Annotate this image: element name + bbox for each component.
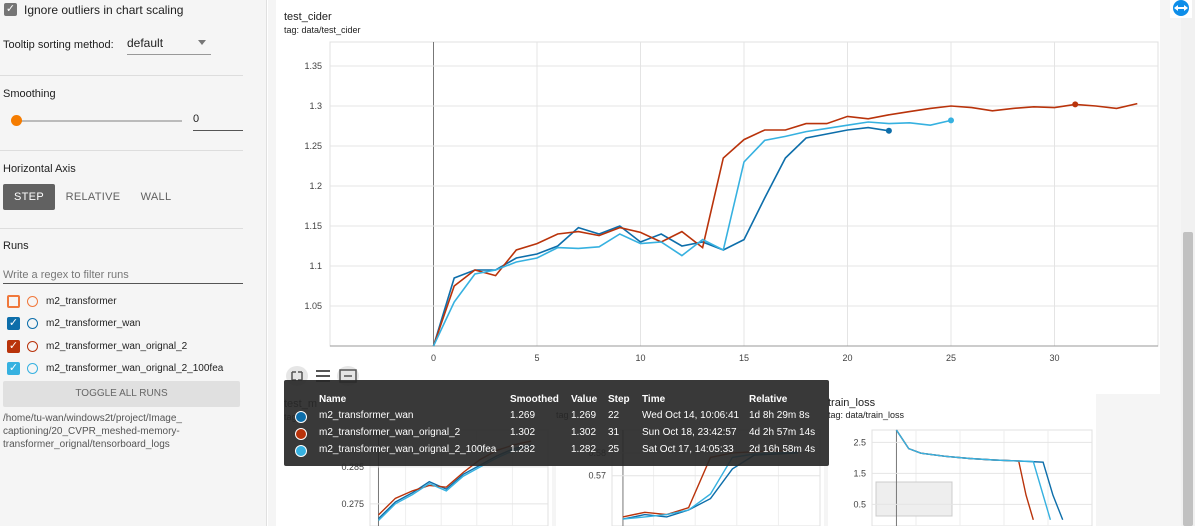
tooltip-step: 25: [608, 444, 620, 455]
tooltip-header-time: Time: [642, 394, 666, 405]
teamviewer-glyph: [1173, 0, 1189, 16]
y-tick-label: 0.5: [853, 499, 866, 509]
chart-tooltip: Name Smoothed Value Step Time Relative m…: [284, 380, 829, 466]
tooltip-step: 22: [608, 410, 620, 421]
tooltip-time: Sun Oct 18, 23:42:57: [642, 427, 737, 438]
y-tick-label: 0.275: [341, 499, 364, 509]
tooltip-run-name: m2_transformer_wan_orignal_2_100fea: [319, 444, 497, 455]
tooltip-relative: 1d 8h 29m 8s: [749, 410, 810, 421]
tooltip-value: 1.269: [571, 410, 597, 421]
tooltip-header-relative: Relative: [749, 394, 788, 405]
tooltip-run-color-dot: [295, 445, 307, 457]
tooltip-header-value: Value: [571, 394, 598, 405]
tooltip-header-name: Name: [319, 394, 347, 405]
tooltip-run-color-dot: [295, 428, 307, 440]
y-tick-label: 2.5: [853, 437, 866, 447]
tooltip-relative: 2d 16h 58m 4s: [749, 444, 816, 455]
scrollbar-thumb[interactable]: [1183, 232, 1193, 526]
tooltip-smoothed: 1.269: [510, 410, 536, 421]
teamviewer-icon[interactable]: [1170, 0, 1192, 18]
tooltip-run-name: m2_transformer_wan_orignal_2: [319, 427, 461, 438]
tooltip-value: 1.302: [571, 427, 597, 438]
tooltip-time: Wed Oct 14, 10:06:41: [642, 410, 740, 421]
tooltip-header-smoothed: Smoothed: [510, 394, 559, 405]
tooltip-run-color-dot: [295, 411, 307, 423]
tooltip-header-step: Step: [608, 394, 630, 405]
tooltip-run-name: m2_transformer_wan: [319, 410, 414, 421]
selection-box: [875, 481, 953, 517]
y-tick-label: 0.57: [588, 471, 606, 481]
tooltip-relative: 4d 2h 57m 14s: [749, 427, 816, 438]
tooltip-time: Sat Oct 17, 14:05:33: [642, 444, 734, 455]
tooltip-smoothed: 1.302: [510, 427, 536, 438]
tooltip-value: 1.282: [571, 444, 597, 455]
tooltip-smoothed: 1.282: [510, 444, 536, 455]
tooltip-step: 31: [608, 427, 620, 438]
y-tick-label: 1.5: [853, 468, 866, 478]
